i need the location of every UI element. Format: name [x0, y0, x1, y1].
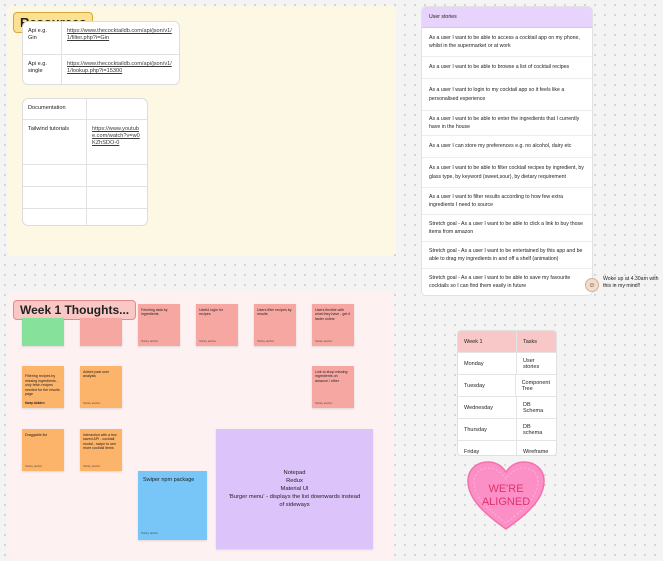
list-item: As a user I want to login to my cocktail…: [422, 79, 592, 111]
table-row: Wednesday DB Schema: [458, 397, 556, 419]
docs-table: Documentation Tailwind tutorials https:/…: [22, 98, 148, 226]
sticky-author: Sticky author: [199, 338, 217, 343]
notes-line: 'Burger menu' - displays the list downwa…: [228, 494, 361, 508]
sticky-note[interactable]: [22, 318, 64, 346]
api-link[interactable]: https://www.thecocktaildb.com/api/json/v…: [61, 55, 179, 84]
comment-avatar[interactable]: ☺: [585, 278, 599, 292]
sticky-author: Sticky author: [257, 338, 275, 343]
sticky-note[interactable]: Useful login for recipes Sticky author: [196, 304, 238, 346]
list-item: As a user I want to be able to filter co…: [422, 158, 592, 188]
day-cell: Friday: [458, 441, 517, 455]
schedule-table: Week 1 Tasks Monday User stories Tuesday…: [457, 330, 557, 456]
table-row: Monday User stories: [458, 353, 556, 375]
day-cell: Tuesday: [458, 375, 516, 396]
task-cell: User stories: [523, 357, 540, 370]
sticky-note[interactable]: Swiper npm package Sticky author: [138, 471, 207, 540]
sticky-author: Sticky author: [315, 338, 333, 343]
tailwind-label: Tailwind tutorials: [28, 126, 70, 132]
table-row: Tailwind tutorials https://www.youtube.c…: [23, 120, 147, 165]
list-item: Stretch goal - As a user I want to be en…: [422, 242, 592, 269]
day-cell: Thursday: [458, 419, 517, 440]
api-label: Api e.g. Gin: [28, 28, 47, 41]
sticky-note[interactable]: Users filter recipes by results Sticky a…: [254, 304, 296, 346]
sticky-text: Added past user analysis: [83, 370, 110, 379]
table-row: Thursday DB schema: [458, 419, 556, 441]
api-label: Api e.g. single: [28, 61, 47, 74]
table-row: [23, 187, 147, 209]
list-item: Stretch goal - As a user I want to be ab…: [429, 274, 571, 289]
sticky-note[interactable]: Link to shop missing ingredients on amaz…: [312, 366, 354, 408]
notes-sticky[interactable]: Notepad Redux Material UI 'Burger menu' …: [216, 429, 373, 549]
day-cell: Monday: [458, 353, 517, 374]
schedule-header: Tasks: [523, 338, 538, 345]
sticky-note[interactable]: Filtering recipes by missing ingredients…: [22, 366, 64, 408]
task-cell: DB schema: [523, 423, 543, 436]
week1-title: Week 1 Thoughts...: [13, 300, 137, 320]
sticky-text: Link to shop missing ingredients on amaz…: [315, 370, 348, 383]
sticky-note[interactable]: Interaction with a few saved API - cockt…: [80, 429, 122, 471]
docs-header-empty: [86, 99, 147, 119]
comment-text: Woke up at 4.30am with this in my mind!!: [603, 276, 659, 289]
task-cell: DB Schema: [523, 401, 544, 414]
table-row: Documentation: [23, 99, 147, 120]
day-cell: Wednesday: [458, 397, 517, 418]
tailwind-link[interactable]: https://www.youtube.com/watch?v=w0KZhSDO…: [86, 120, 147, 164]
list-item: Stretch goal - As a user I want to be ab…: [422, 215, 592, 242]
list-item: As a user I want to be able to enter the…: [422, 111, 592, 136]
schedule-header: Week 1: [458, 331, 517, 352]
heart-text-line2: ALIGNED: [482, 496, 530, 508]
docs-header: Documentation: [28, 105, 66, 111]
sticky-text: Draggable list: [25, 433, 47, 437]
user-stories-header: User stories: [422, 7, 592, 28]
table-row: [23, 209, 147, 225]
sticky-note[interactable]: Users flexible with what they have - get…: [312, 304, 354, 346]
table-row: Tuesday Component Tree: [458, 375, 556, 397]
sticky-text: Swiper npm package: [143, 477, 195, 483]
list-item: As a user I want to filter results accor…: [422, 188, 592, 215]
list-item: As a user I can store my preferences e.g…: [422, 136, 592, 158]
sticky-text: Interaction with a few saved API - cockt…: [83, 433, 117, 451]
table-row: Api e.g. single https://www.thecocktaild…: [23, 55, 179, 84]
face-icon: ☺: [588, 281, 596, 289]
sticky-text: Users flexible with what they have - get…: [315, 308, 351, 321]
notes-line: Redux: [286, 478, 303, 484]
sticky-author: Sticky author: [83, 400, 101, 405]
table-row: [23, 165, 147, 187]
sticky-text: Fetching data by ingredients: [141, 308, 168, 317]
table-row: Friday Wireframe: [458, 441, 556, 455]
notes-line: Notepad: [283, 470, 306, 476]
api-link[interactable]: https://www.thecocktaildb.com/api/json/v…: [61, 22, 179, 54]
list-item: As a user I want to be able to browse a …: [422, 57, 592, 79]
heart-text-line1: WE'RE: [488, 483, 523, 495]
table-row: Api e.g. Gin https://www.thecocktaildb.c…: [23, 22, 179, 55]
notes-line: Material UI: [280, 486, 309, 492]
sticky-author: Sticky author: [315, 400, 333, 405]
sticky-note[interactable]: Fetching data by ingredients Sticky auth…: [138, 304, 180, 346]
sticky-note[interactable]: Draggable list Sticky author: [22, 429, 64, 471]
task-cell: Component Tree: [521, 379, 550, 392]
sticky-note[interactable]: [80, 318, 122, 346]
user-stories-table: User stories As a user I want to be able…: [421, 6, 593, 296]
sticky-author: Sticky author: [25, 400, 43, 405]
sticky-author: Sticky author: [83, 463, 101, 468]
list-item: As a user I want to be able to access a …: [422, 28, 592, 57]
sticky-author: Sticky author: [25, 463, 43, 468]
schedule-header-row: Week 1 Tasks: [458, 331, 556, 353]
api-table: Api e.g. Gin https://www.thecocktaildb.c…: [22, 21, 180, 85]
heart-sticker[interactable]: WE'RE ALIGNED: [465, 460, 547, 532]
sticky-text: Useful login for recipes: [199, 308, 223, 317]
task-cell: Wireframe: [523, 448, 549, 455]
sticky-author: Sticky author: [141, 338, 159, 343]
sticky-text: Users filter recipes by results: [257, 308, 292, 317]
sticky-author: Sticky author: [141, 531, 159, 535]
sticky-note[interactable]: Added past user analysis Sticky author: [80, 366, 122, 408]
